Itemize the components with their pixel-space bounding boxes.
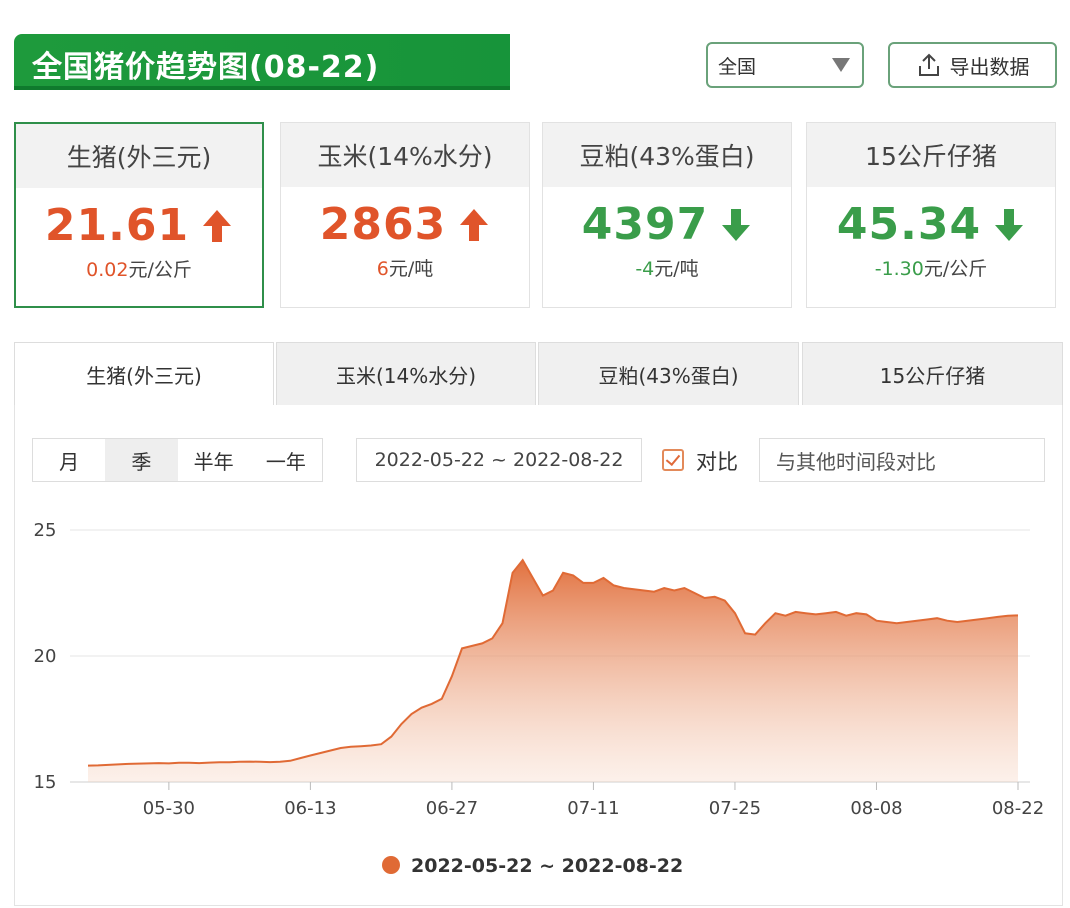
y-tick-label: 20 — [34, 646, 57, 667]
x-tick-label: 07-11 — [567, 798, 619, 819]
series-area — [88, 560, 1018, 782]
x-tick-label: 06-13 — [284, 798, 336, 819]
x-tick-label: 08-22 — [992, 798, 1044, 819]
legend-marker — [382, 856, 400, 874]
x-tick-label: 06-27 — [426, 798, 478, 819]
legend-label: 2022-05-22 ~ 2022-08-22 — [411, 855, 683, 877]
x-tick-label: 05-30 — [143, 798, 195, 819]
y-tick-label: 15 — [34, 772, 57, 793]
x-tick-label: 07-25 — [709, 798, 761, 819]
y-tick-label: 25 — [34, 520, 57, 541]
price-trend-chart: 15 20 25 05-30 06-13 06-27 07-11 07-25 08-08 08-2… — [34, 520, 1045, 877]
x-tick-label: 08-08 — [850, 798, 902, 819]
